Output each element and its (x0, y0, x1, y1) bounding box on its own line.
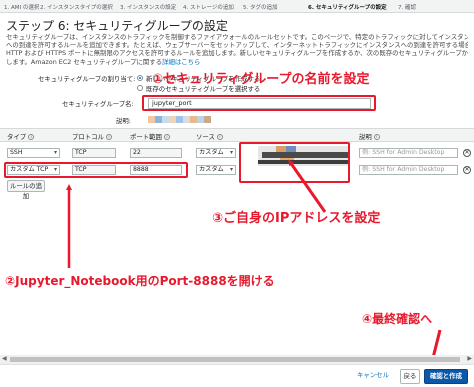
scrollbar-thumb[interactable] (10, 357, 460, 362)
back-button[interactable]: 戻る (400, 369, 420, 384)
horizontal-scrollbar[interactable]: ◀ ▶ (0, 355, 474, 364)
review-and-launch-button[interactable]: 確認と作成 (424, 369, 468, 384)
annotation-step3: ③ご自身のIPアドレスを設定 (212, 211, 381, 226)
annotation-step1: ①セキュリティグループの名前を設定 (152, 72, 370, 87)
annotation-step2: ②Jupyter_Notebook用のPort-8888を開ける (5, 274, 275, 288)
scroll-right-icon[interactable]: ▶ (467, 355, 472, 362)
arrow-icon (288, 159, 327, 213)
annotation-arrows (66, 159, 442, 365)
annotation-step4: ④最終確認へ (362, 312, 433, 326)
wizard-footer: キャンセル 戻る 確認と作成 (0, 364, 474, 387)
cancel-button[interactable]: キャンセル (355, 369, 391, 384)
scroll-left-icon[interactable]: ◀ (2, 355, 7, 362)
